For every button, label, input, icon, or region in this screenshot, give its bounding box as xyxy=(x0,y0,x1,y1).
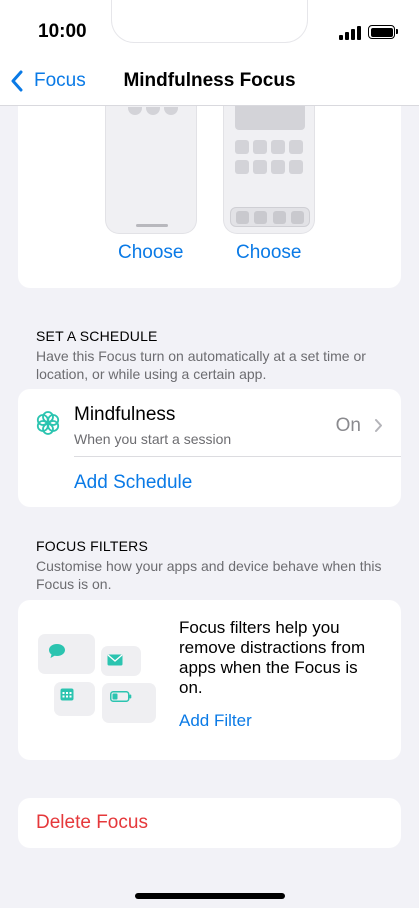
status-time: 10:00 xyxy=(38,21,87,42)
add-filter-button[interactable]: Add Filter xyxy=(179,711,252,731)
choose-home-screen-button[interactable]: Choose xyxy=(236,242,302,264)
page-title: Mindfulness Focus xyxy=(123,70,296,91)
notch xyxy=(112,0,307,42)
battery-icon xyxy=(368,25,398,39)
navigation-bar: Focus Mindfulness Focus xyxy=(0,58,419,106)
schedule-item-subtitle: When you start a session xyxy=(74,431,232,447)
schedule-card: Mindfulness When you start a session On … xyxy=(18,389,401,507)
add-schedule-button[interactable]: Add Schedule xyxy=(74,472,192,494)
filters-section-description: Customise how your apps and device behav… xyxy=(36,558,382,592)
focus-filters-card: Focus filters help you remove distractio… xyxy=(18,600,401,760)
delete-focus-button[interactable]: Delete Focus xyxy=(36,812,148,834)
calendar-icon xyxy=(60,688,74,701)
schedule-section-description: Have this Focus turn on automatically at… xyxy=(36,348,366,382)
focus-filters-info-text: Focus filters help you remove distractio… xyxy=(179,618,366,697)
calendar-tile xyxy=(54,682,95,716)
divider xyxy=(74,456,401,457)
message-bubble-icon xyxy=(49,644,65,658)
mail-icon xyxy=(107,654,123,666)
delete-focus-card: Delete Focus xyxy=(18,798,401,848)
schedule-item-status: On xyxy=(335,415,361,436)
lock-screen-preview[interactable] xyxy=(105,106,197,234)
home-screen-card: Choose Choose xyxy=(18,106,401,288)
dock-preview xyxy=(230,207,310,227)
cellular-signal-icon xyxy=(339,26,361,40)
low-power-battery-icon xyxy=(110,691,132,702)
home-indicator[interactable] xyxy=(135,893,285,899)
chevron-right-icon[interactable] xyxy=(374,418,383,433)
battery-tile xyxy=(102,683,156,723)
choose-lock-screen-button[interactable]: Choose xyxy=(118,242,184,264)
phone-screen: 10:00 Focus Mindfulness Focus Choose Cho… xyxy=(0,0,419,908)
mail-tile xyxy=(101,646,141,676)
status-bar: 10:00 xyxy=(0,0,419,58)
schedule-item-title[interactable]: Mindfulness xyxy=(74,404,175,426)
filters-section-header: FOCUS FILTERS xyxy=(36,538,149,554)
mindfulness-flower-icon xyxy=(36,411,60,435)
schedule-section-header: SET A SCHEDULE xyxy=(36,328,158,344)
home-screen-preview[interactable] xyxy=(223,106,315,234)
messages-tile xyxy=(38,634,95,674)
